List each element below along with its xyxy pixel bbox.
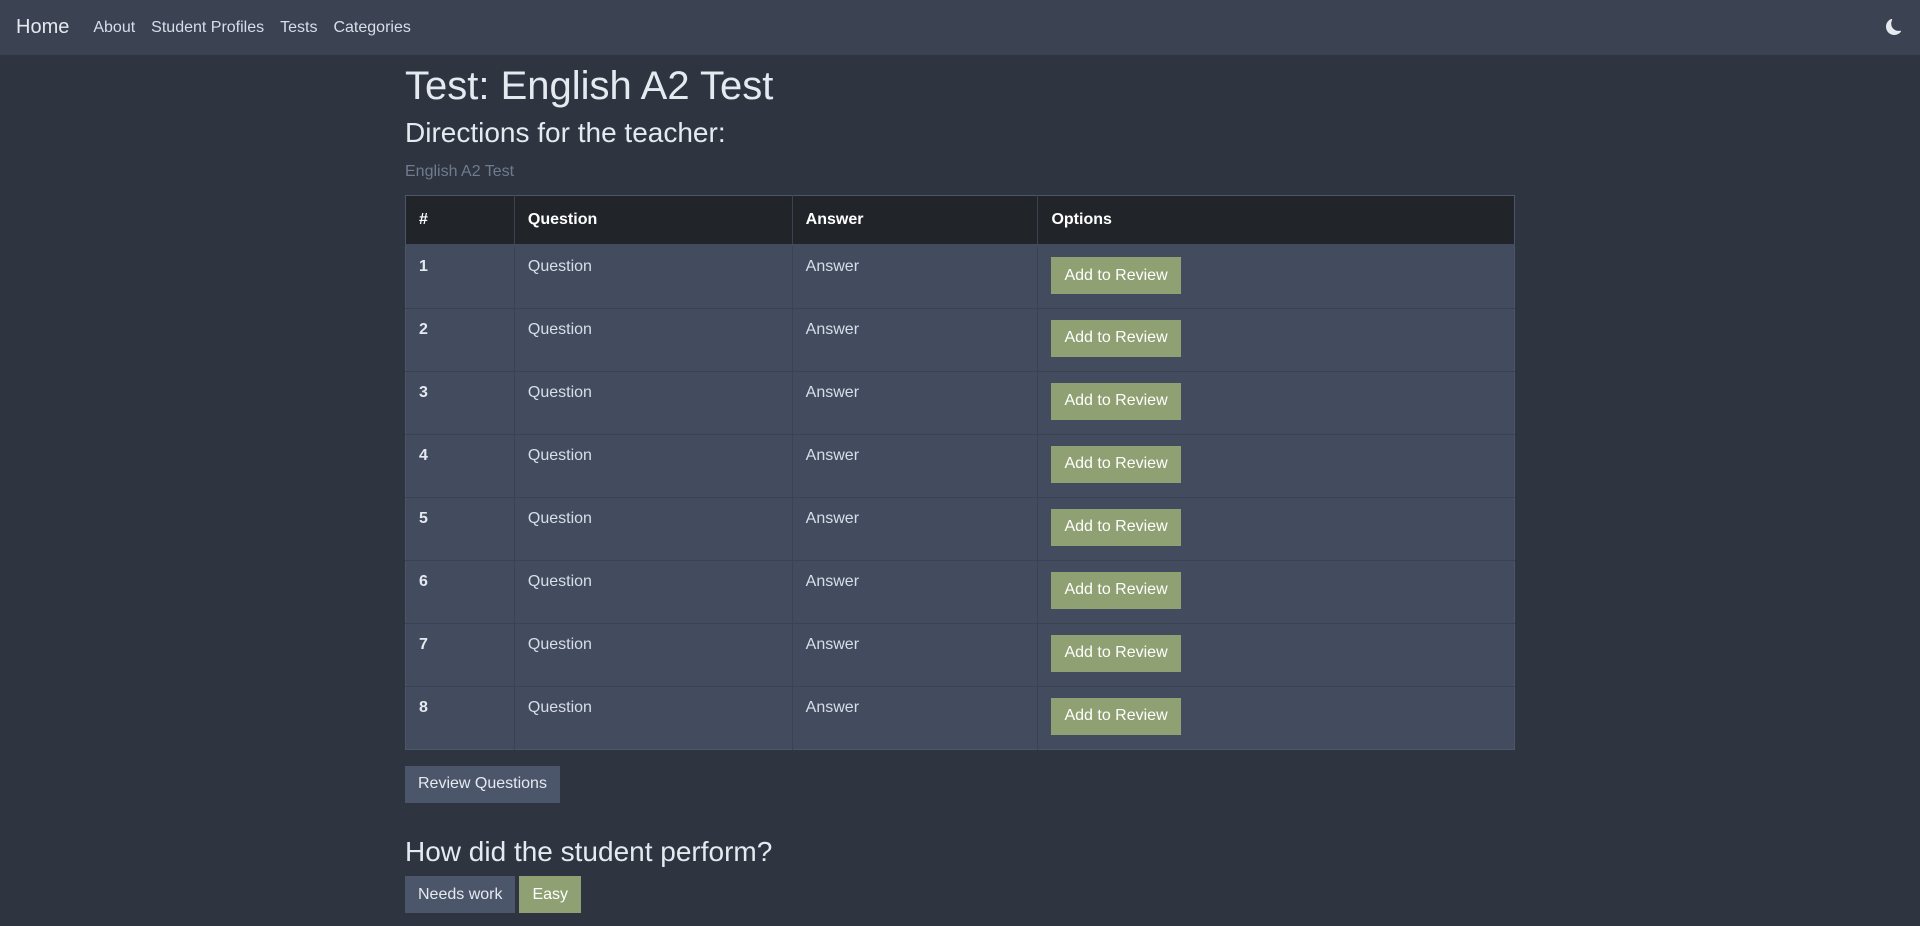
moon-icon[interactable] bbox=[1884, 17, 1904, 37]
nav-home-link[interactable]: Home bbox=[16, 16, 69, 39]
add-to-review-button[interactable]: Add to Review bbox=[1051, 257, 1181, 295]
add-to-review-button[interactable]: Add to Review bbox=[1051, 634, 1181, 672]
row-answer: Answer bbox=[791, 370, 1038, 435]
row-options: Add to Review bbox=[1037, 496, 1515, 561]
add-to-review-button[interactable]: Add to Review bbox=[1051, 571, 1181, 609]
questions-table: # Question Answer Options 1 Question Ans… bbox=[405, 194, 1515, 750]
row-number: 8 bbox=[405, 685, 515, 750]
row-options: Add to Review bbox=[1037, 244, 1515, 309]
row-question: Question bbox=[513, 370, 793, 435]
add-to-review-button[interactable]: Add to Review bbox=[1051, 382, 1181, 420]
row-answer: Answer bbox=[791, 622, 1038, 687]
row-number: 6 bbox=[405, 559, 515, 624]
row-question: Question bbox=[513, 622, 793, 687]
table-row: 8 Question Answer Add to Review bbox=[405, 685, 1515, 750]
row-number: 2 bbox=[405, 307, 515, 372]
row-number: 3 bbox=[405, 370, 515, 435]
directions-heading: Directions for the teacher: bbox=[405, 117, 726, 148]
review-questions-button[interactable]: Review Questions bbox=[405, 765, 560, 803]
nav-link-about[interactable]: About bbox=[93, 19, 135, 37]
performance-heading: How did the student perform? bbox=[405, 835, 773, 867]
column-header-options: Options bbox=[1037, 195, 1515, 247]
row-answer: Answer bbox=[791, 307, 1038, 372]
column-header-answer: Answer bbox=[791, 195, 1038, 247]
row-question: Question bbox=[513, 307, 793, 372]
row-options: Add to Review bbox=[1037, 622, 1515, 687]
row-options: Add to Review bbox=[1037, 559, 1515, 624]
row-options: Add to Review bbox=[1037, 370, 1515, 435]
needs-work-button[interactable]: Needs work bbox=[405, 876, 516, 914]
nav-link-student-profiles[interactable]: Student Profiles bbox=[151, 19, 264, 37]
nav-link-tests[interactable]: Tests bbox=[280, 19, 317, 37]
row-number: 4 bbox=[405, 433, 515, 498]
directions-text: English A2 Test bbox=[405, 162, 515, 180]
row-question: Question bbox=[513, 559, 793, 624]
row-options: Add to Review bbox=[1037, 685, 1515, 750]
top-navbar: Home About Student Profiles Tests Catego… bbox=[0, 0, 1920, 55]
row-answer: Answer bbox=[791, 244, 1038, 309]
add-to-review-button[interactable]: Add to Review bbox=[1051, 508, 1181, 546]
row-answer: Answer bbox=[791, 433, 1038, 498]
column-header-question: Question bbox=[513, 195, 793, 247]
easy-button[interactable]: Easy bbox=[519, 876, 582, 914]
row-options: Add to Review bbox=[1037, 433, 1515, 498]
row-question: Question bbox=[513, 244, 793, 309]
row-answer: Answer bbox=[791, 559, 1038, 624]
table-row: 7 Question Answer Add to Review bbox=[405, 622, 1515, 687]
table-row: 4 Question Answer Add to Review bbox=[405, 433, 1515, 498]
column-header-number: # bbox=[405, 195, 515, 247]
row-number: 5 bbox=[405, 496, 515, 561]
row-question: Question bbox=[513, 685, 793, 750]
row-answer: Answer bbox=[791, 496, 1038, 561]
row-answer: Answer bbox=[791, 685, 1038, 750]
table-row: 5 Question Answer Add to Review bbox=[405, 496, 1515, 561]
nav-link-categories[interactable]: Categories bbox=[333, 19, 410, 37]
table-row: 1 Question Answer Add to Review bbox=[405, 244, 1515, 309]
row-question: Question bbox=[513, 496, 793, 561]
row-question: Question bbox=[513, 433, 793, 498]
page-title: Test: English A2 Test bbox=[405, 64, 774, 108]
table-row: 3 Question Answer Add to Review bbox=[405, 370, 1515, 435]
row-number: 1 bbox=[405, 244, 515, 309]
main-content: Test: English A2 Test Directions for the… bbox=[405, 55, 1515, 914]
performance-button-group: Needs work Easy bbox=[405, 876, 1515, 914]
row-number: 7 bbox=[405, 622, 515, 687]
table-header-row: # Question Answer Options bbox=[405, 195, 1515, 247]
add-to-review-button[interactable]: Add to Review bbox=[1051, 319, 1181, 357]
table-row: 6 Question Answer Add to Review bbox=[405, 559, 1515, 624]
row-options: Add to Review bbox=[1037, 307, 1515, 372]
table-row: 2 Question Answer Add to Review bbox=[405, 307, 1515, 372]
add-to-review-button[interactable]: Add to Review bbox=[1051, 697, 1181, 735]
add-to-review-button[interactable]: Add to Review bbox=[1051, 445, 1181, 483]
